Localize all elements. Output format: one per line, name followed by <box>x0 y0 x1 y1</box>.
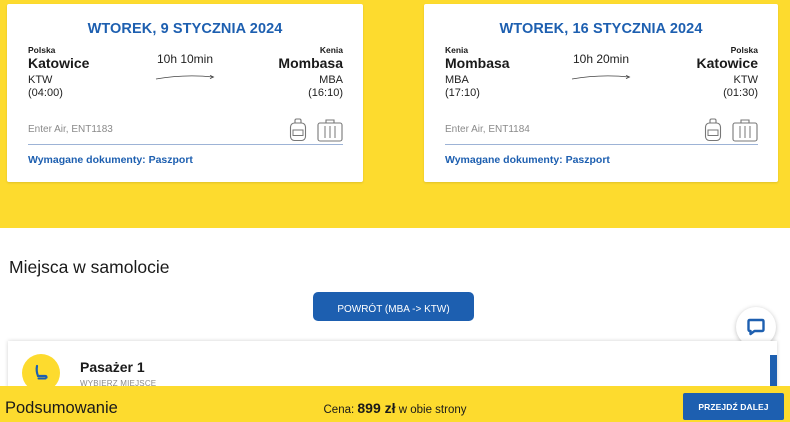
backpack-icon <box>704 118 722 142</box>
origin-code: KTW <box>28 73 53 86</box>
price-suffix: w obie strony <box>398 404 467 416</box>
baggage-icons <box>704 118 758 142</box>
tab-return-flight[interactable]: POWRÓT (MBA -> KTW) <box>313 292 474 321</box>
arrival-time: (16:10) <box>308 86 343 99</box>
destination-country: Kenia <box>319 45 343 55</box>
backpack-icon <box>289 118 307 142</box>
required-documents: Wymagane dokumenty: Paszport <box>445 154 610 166</box>
flight-date: WTOREK, 16 STYCZNIA 2024 <box>499 21 703 37</box>
origin-code: MBA <box>445 73 469 86</box>
price-prefix: Cena: <box>323 404 355 416</box>
departure-time: (17:10) <box>445 86 480 99</box>
seats-heading: Miejsca w samolocie <box>9 257 170 277</box>
suitcase-icon <box>732 119 758 142</box>
chat-icon <box>747 318 765 336</box>
suitcase-icon <box>317 119 343 142</box>
card-divider <box>28 144 343 145</box>
next-step-button[interactable]: PRZEJDŹ DALEJ <box>683 393 784 420</box>
destination-city: Mombasa <box>278 55 343 72</box>
required-documents: Wymagane dokumenty: Paszport <box>28 154 193 166</box>
destination-country: Polska <box>730 45 758 55</box>
destination: Polska Katowice KTW (01:30) <box>696 45 758 99</box>
destination-code: MBA <box>319 73 343 86</box>
outbound-flight-card: WTOREK, 9 STYCZNIA 2024 Polska Katowice … <box>7 4 363 182</box>
route-arrow-icon <box>571 74 631 80</box>
destination-city: Katowice <box>696 55 758 72</box>
route-arrow-icon <box>155 74 215 80</box>
baggage-icons <box>289 118 343 142</box>
airline-flight-number: Enter Air, ENT1183 <box>28 124 113 135</box>
passenger-panel-accent <box>770 355 777 390</box>
price-value: 899 zł <box>357 400 396 416</box>
return-flight-card: WTOREK, 16 STYCZNIA 2024 Kenia Mombasa M… <box>424 4 778 182</box>
total-price: Cena: 899 zł w obie strony <box>0 400 790 416</box>
destination-code: KTW <box>733 73 758 86</box>
card-divider <box>445 144 758 145</box>
departure-time: (04:00) <box>28 86 63 99</box>
destination: Kenia Mombasa MBA (16:10) <box>278 45 343 99</box>
seat-icon <box>35 364 48 380</box>
passenger-name: Pasażer 1 <box>80 359 145 375</box>
flight-date: WTOREK, 9 STYCZNIA 2024 <box>87 21 283 37</box>
airline-flight-number: Enter Air, ENT1184 <box>445 124 530 135</box>
arrival-time: (01:30) <box>723 86 758 99</box>
